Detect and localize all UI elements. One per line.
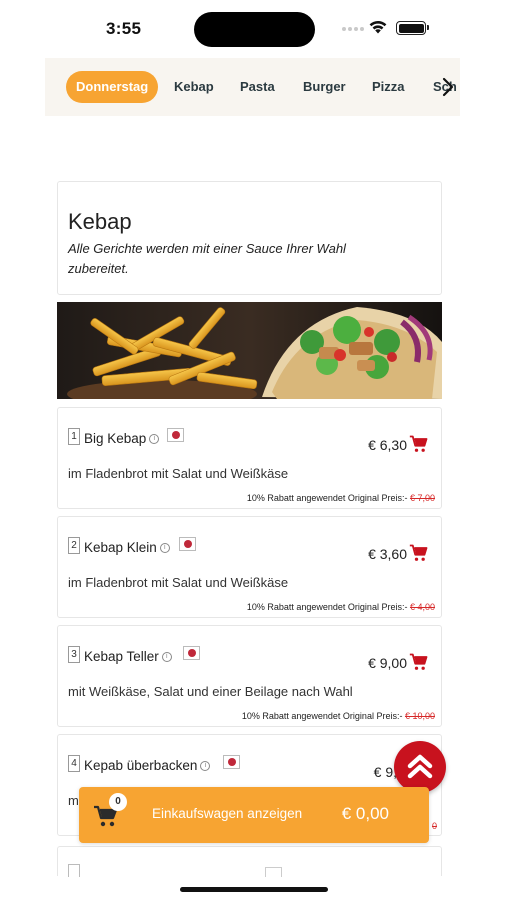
item-description: mit Weißkäse, Salat und einer Beilage na… (68, 684, 353, 699)
item-name: Big Kebap i (84, 431, 160, 446)
tab-donnerstag[interactable]: Donnerstag (66, 71, 159, 103)
item-name: Kebap Teller i (84, 649, 172, 664)
cart-count-badge: 0 (109, 793, 127, 811)
japan-flag-icon (223, 755, 240, 769)
discount-note: 10% Rabatt angewendet Original Preis:- €… (246, 493, 435, 503)
item-price: € 9,00 (368, 655, 407, 671)
flag-icon (265, 867, 282, 877)
cart-label: Einkaufswagen anzeigen (152, 806, 303, 821)
menu-item[interactable]: 1 Big Kebap i € 6,30 im Fladenbrot mit Sa… (57, 407, 442, 509)
tab-burger[interactable]: Burger (303, 71, 346, 103)
discount-note: 0 (432, 821, 437, 831)
info-icon[interactable]: i (161, 652, 172, 663)
discount-note: 10% Rabatt angewendet Original Preis:- €… (246, 602, 435, 612)
section-header-card: Kebap Alle Gerichte werden mit einer Sau… (57, 181, 442, 295)
tab-pasta[interactable]: Pasta (240, 71, 275, 103)
view-cart-button[interactable]: 0 Einkaufswagen anzeigen € 0,00 (79, 787, 429, 843)
item-number: 3 (68, 646, 80, 663)
cart-total: € 0,00 (341, 804, 389, 823)
item-name: Kebap Klein i (84, 540, 170, 555)
scroll-to-top-button[interactable] (394, 741, 446, 793)
wifi-icon (369, 20, 387, 34)
item-number: 4 (68, 755, 80, 772)
category-tab-bar: Donnerstag Kebap Pasta Burger Pizza Sch (45, 58, 460, 116)
original-price: € 4,00 (409, 602, 435, 612)
info-icon[interactable]: i (200, 761, 211, 772)
item-number (68, 864, 80, 877)
menu-item[interactable] (57, 846, 442, 877)
chevron-right-icon[interactable] (438, 75, 458, 99)
item-number: 1 (68, 428, 80, 445)
add-to-cart-icon[interactable] (409, 652, 429, 672)
item-description: im Fladenbrot mit Salat und Weißkäse (68, 466, 289, 481)
section-description: Alle Gerichte werden mit einer Sauce Ihr… (68, 241, 346, 276)
discount-note: 10% Rabatt angewendet Original Preis:- €… (241, 711, 435, 721)
cellular-signal-icon (342, 27, 364, 31)
japan-flag-icon (167, 428, 184, 442)
item-price: € 3,60 (368, 546, 407, 562)
double-chevron-up-icon (407, 754, 433, 779)
original-price: € 7,00 (409, 493, 435, 503)
info-icon[interactable]: i (159, 543, 170, 554)
japan-flag-icon (179, 537, 196, 551)
info-icon[interactable]: i (149, 434, 160, 445)
item-description: m (68, 793, 79, 808)
original-price: 0 (431, 821, 437, 831)
status-time: 3:55 (106, 19, 142, 38)
menu-item[interactable]: 2 Kebap Klein i € 3,60 im Fladenbrot mit … (57, 516, 442, 618)
japan-flag-icon (183, 646, 200, 660)
status-bar: 3:55 (0, 0, 507, 56)
item-name: Kepab überbacken i (84, 758, 211, 773)
item-description: im Fladenbrot mit Salat und Weißkäse (68, 575, 289, 590)
dynamic-island (194, 12, 315, 47)
add-to-cart-icon[interactable] (409, 434, 429, 454)
section-title: Kebap (68, 209, 132, 234)
item-number: 2 (68, 537, 80, 554)
original-price: € 10,00 (404, 711, 435, 721)
menu-item[interactable]: 3 Kebap Teller i € 9,00 mit Weißkäse, Sal… (57, 625, 442, 727)
tab-kebap[interactable]: Kebap (174, 71, 214, 103)
add-to-cart-icon[interactable] (409, 543, 429, 563)
home-indicator[interactable] (180, 887, 328, 892)
kebap-banner-image (57, 302, 442, 399)
battery-icon (396, 21, 429, 35)
tab-pizza[interactable]: Pizza (372, 71, 405, 103)
item-price: € 6,30 (368, 437, 407, 453)
